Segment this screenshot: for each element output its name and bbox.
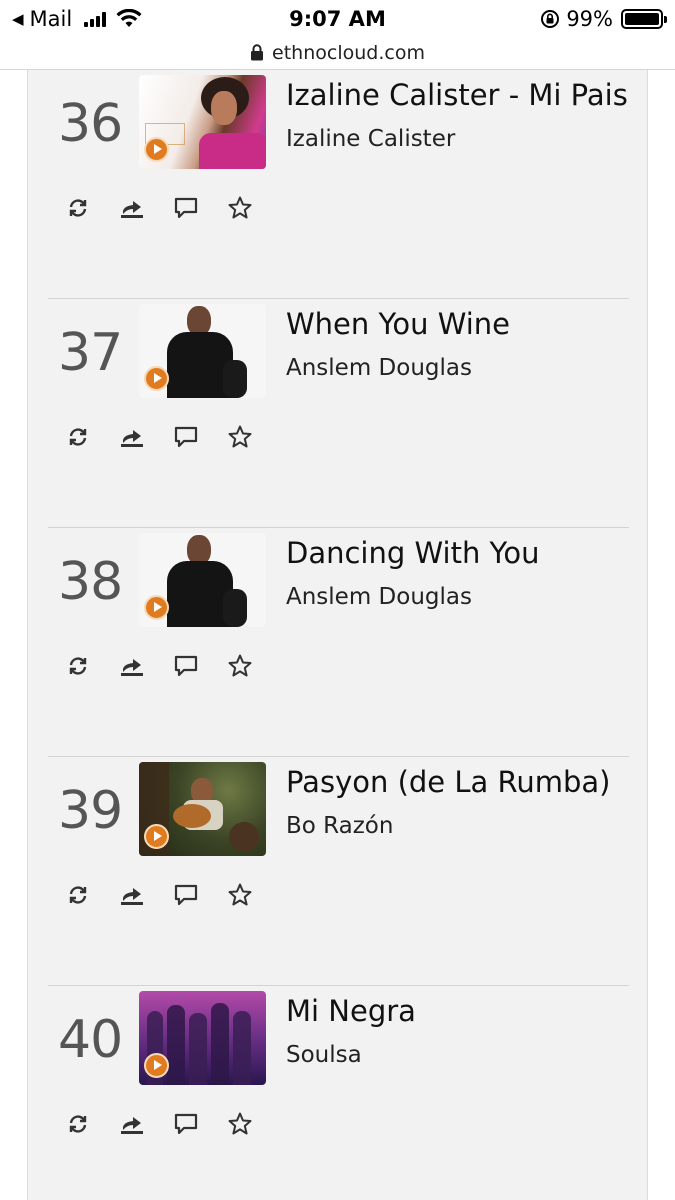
track-thumbnail[interactable] — [139, 304, 266, 398]
repost-icon[interactable] — [65, 195, 91, 221]
track-title[interactable]: Mi Negra — [286, 994, 416, 1028]
favorite-star-icon[interactable] — [227, 195, 253, 221]
repost-icon[interactable] — [65, 882, 91, 908]
play-icon[interactable] — [144, 824, 169, 849]
repost-icon[interactable] — [65, 1111, 91, 1137]
comment-icon[interactable] — [173, 882, 199, 908]
share-icon[interactable] — [119, 1111, 145, 1137]
track-item: 37 When You Wine Anslem Douglas — [48, 299, 629, 528]
track-rank: 40 — [58, 1010, 123, 1070]
url-domain[interactable]: ethnocloud.com — [272, 42, 425, 64]
comment-icon[interactable] — [173, 195, 199, 221]
track-actions — [65, 882, 253, 908]
track-title[interactable]: Dancing With You — [286, 536, 540, 570]
track-actions — [65, 195, 253, 221]
favorite-star-icon[interactable] — [227, 882, 253, 908]
comment-icon[interactable] — [173, 1111, 199, 1137]
track-artist[interactable]: Soulsa — [286, 1042, 362, 1068]
track-artist[interactable]: Anslem Douglas — [286, 355, 472, 381]
track-thumbnail[interactable] — [139, 762, 266, 856]
comment-icon[interactable] — [173, 424, 199, 450]
track-item: 38 Dancing With You Anslem Douglas — [48, 528, 629, 757]
track-actions — [65, 424, 253, 450]
favorite-star-icon[interactable] — [227, 653, 253, 679]
play-icon[interactable] — [144, 137, 169, 162]
play-icon[interactable] — [144, 366, 169, 391]
favorite-star-icon[interactable] — [227, 1111, 253, 1137]
battery-percent: 99% — [566, 7, 613, 31]
comment-icon[interactable] — [173, 653, 199, 679]
favorite-star-icon[interactable] — [227, 424, 253, 450]
track-thumbnail[interactable] — [139, 75, 266, 169]
track-list: 36 Izaline Calister - Mi Pais Izaline Ca… — [27, 70, 648, 1200]
orientation-lock-icon — [541, 10, 560, 28]
track-rank: 37 — [58, 323, 123, 383]
track-title[interactable]: When You Wine — [286, 307, 510, 341]
battery-icon — [621, 9, 667, 29]
track-title[interactable]: Pasyon (de La Rumba) — [286, 765, 610, 799]
track-item: 39 Pasyon (de La Rumba) Bo Razón — [48, 757, 629, 986]
track-artist[interactable]: Izaline Calister — [286, 126, 455, 152]
track-rank: 39 — [58, 781, 123, 841]
track-thumbnail[interactable] — [139, 533, 266, 627]
track-actions — [65, 653, 253, 679]
track-thumbnail[interactable] — [139, 991, 266, 1085]
play-icon[interactable] — [144, 595, 169, 620]
track-actions — [65, 1111, 253, 1137]
share-icon[interactable] — [119, 653, 145, 679]
repost-icon[interactable] — [65, 424, 91, 450]
track-rank: 36 — [58, 94, 123, 154]
track-item: 40 Mi Negra Soulsa — [48, 986, 629, 1200]
share-icon[interactable] — [119, 195, 145, 221]
repost-icon[interactable] — [65, 653, 91, 679]
url-bar[interactable]: ethnocloud.com — [0, 36, 675, 70]
play-icon[interactable] — [144, 1053, 169, 1078]
track-title[interactable]: Izaline Calister - Mi Pais — [286, 78, 628, 112]
padlock-icon — [251, 44, 264, 61]
share-icon[interactable] — [119, 424, 145, 450]
track-artist[interactable]: Anslem Douglas — [286, 584, 472, 610]
share-icon[interactable] — [119, 882, 145, 908]
track-item: 36 Izaline Calister - Mi Pais Izaline Ca… — [48, 70, 629, 299]
track-artist[interactable]: Bo Razón — [286, 813, 393, 839]
status-bar: ◀ Mail 9:07 AM 99% — [0, 0, 675, 38]
track-rank: 38 — [58, 552, 123, 612]
